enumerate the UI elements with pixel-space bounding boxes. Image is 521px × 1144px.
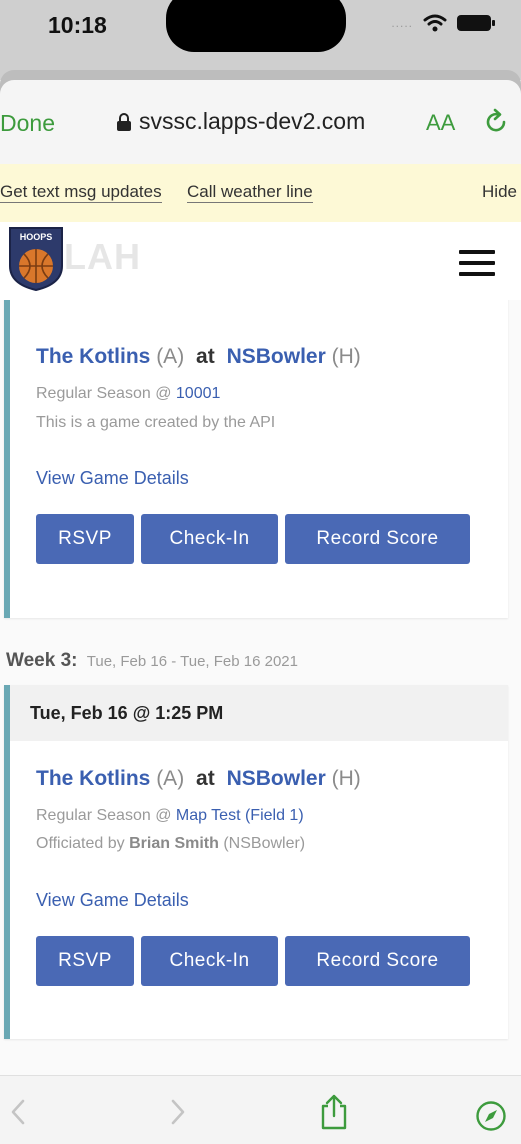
season-location: Regular Season @ Map Test (Field 1) (36, 807, 304, 825)
week-date-range: Tue, Feb 16 - Tue, Feb 16 2021 (86, 653, 298, 670)
official-name: Brian Smith (129, 835, 219, 852)
wifi-icon (423, 14, 447, 32)
location-link[interactable]: 10001 (176, 385, 221, 402)
matchup: The Kotlins (A) at NSBowler (H) (36, 767, 361, 791)
record-score-button[interactable]: Record Score (285, 936, 470, 986)
game-note: This is a game created by the API (36, 414, 276, 431)
address-bar[interactable]: svssc.lapps-dev2.com (117, 108, 365, 135)
view-game-details-link[interactable]: View Game Details (36, 468, 189, 489)
browser-top-bar: Done svssc.lapps-dev2.com AA (0, 80, 521, 164)
weather-line-link[interactable]: Call weather line (187, 182, 313, 203)
view-game-details-link[interactable]: View Game Details (36, 890, 189, 911)
away-tag: (A) (156, 767, 185, 790)
next-week-peek (4, 1068, 508, 1075)
away-team-link[interactable]: The Kotlins (36, 345, 150, 368)
compass-icon[interactable] (475, 1100, 507, 1132)
battery-icon (457, 15, 495, 31)
logo-badge-text: HOOPS (20, 232, 53, 242)
schedule-list: The Kotlins (A) at NSBowler (H) Regular … (0, 300, 521, 1075)
away-team-link[interactable]: The Kotlins (36, 767, 150, 790)
back-icon[interactable] (8, 1098, 28, 1126)
week-label: Week 3: (6, 650, 78, 671)
matchup: The Kotlins (A) at NSBowler (H) (36, 345, 361, 369)
at-label: at (196, 345, 215, 368)
text-size-button[interactable]: AA (426, 110, 455, 136)
menu-icon[interactable] (459, 250, 495, 280)
game-datetime-header: Tue, Feb 16 @ 1:25 PM (10, 685, 508, 741)
at-label: at (196, 767, 215, 790)
browser-bottom-toolbar (0, 1075, 521, 1144)
device-notch (166, 0, 346, 52)
season-location: Regular Season @ 10001 (36, 385, 220, 403)
share-icon[interactable] (318, 1094, 350, 1130)
done-button[interactable]: Done (0, 110, 55, 137)
status-bar: 10:18 ..... (0, 0, 521, 80)
hide-banner-button[interactable]: Hide (482, 182, 517, 202)
status-indicators: ..... (391, 14, 495, 32)
site-logo-text: LAH (64, 236, 141, 277)
rsvp-button[interactable]: RSVP (36, 514, 134, 564)
url-text: svssc.lapps-dev2.com (139, 108, 366, 134)
signal-icon: ..... (391, 16, 413, 30)
text-updates-link[interactable]: Get text msg updates (0, 182, 162, 203)
officiated-by: Officiated by Brian Smith (NSBowler) (36, 835, 305, 853)
check-in-button[interactable]: Check-In (141, 514, 278, 564)
notification-banner: Get text msg updates Call weather line H… (0, 164, 521, 222)
week-heading: Week 3: Tue, Feb 16 - Tue, Feb 16 2021 (6, 650, 298, 672)
home-team-link[interactable]: NSBowler (227, 345, 326, 368)
rsvp-button[interactable]: RSVP (36, 936, 134, 986)
official-team: (NSBowler) (223, 835, 306, 852)
reload-icon[interactable] (482, 108, 510, 136)
officiated-label: Officiated by (36, 835, 125, 852)
home-tag: (H) (331, 345, 361, 368)
game-card: Tue, Feb 16 @ 1:25 PM The Kotlins (A) at… (4, 685, 508, 1039)
home-tag: (H) (331, 767, 361, 790)
status-time: 10:18 (48, 12, 107, 38)
season-label: Regular Season @ (36, 807, 172, 824)
check-in-button[interactable]: Check-In (141, 936, 278, 986)
lock-icon (117, 112, 131, 131)
game-card: The Kotlins (A) at NSBowler (H) Regular … (4, 300, 508, 618)
forward-icon[interactable] (168, 1098, 188, 1126)
record-score-button[interactable]: Record Score (285, 514, 470, 564)
site-header: HOOPS LAH (0, 222, 521, 300)
location-link[interactable]: Map Test (Field 1) (176, 807, 304, 824)
away-tag: (A) (156, 345, 185, 368)
home-team-link[interactable]: NSBowler (227, 767, 326, 790)
season-label: Regular Season @ (36, 385, 172, 402)
league-logo[interactable]: HOOPS (8, 226, 64, 292)
